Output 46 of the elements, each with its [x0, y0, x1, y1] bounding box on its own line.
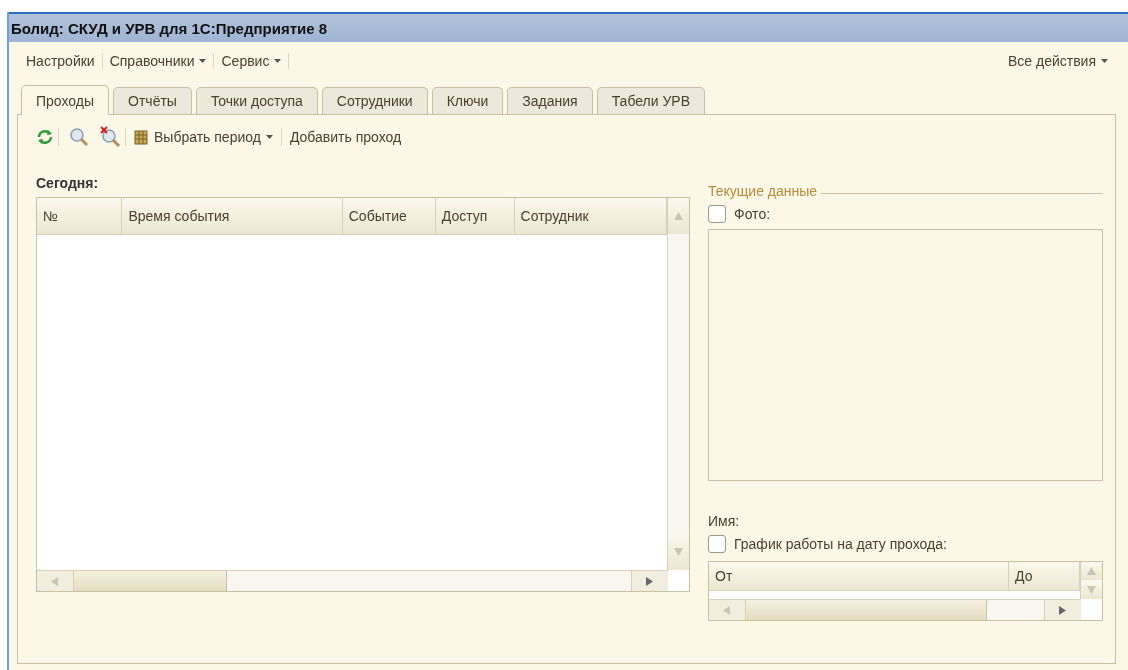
- select-period-button[interactable]: Выбрать период: [130, 129, 277, 145]
- checkbox-label: График работы на дату прохода:: [734, 536, 947, 552]
- window-title: Болид: СКУД и УРВ для 1С:Предприятие 8: [9, 12, 1128, 42]
- column-header[interactable]: Доступ: [435, 198, 515, 234]
- caret-icon: [1101, 59, 1108, 63]
- table-icon: [134, 129, 148, 145]
- menu-item[interactable]: Сервис: [214, 53, 290, 69]
- tab[interactable]: Проходы: [21, 85, 110, 115]
- column-header[interactable]: №: [37, 198, 123, 234]
- vertical-scrollbar[interactable]: [1080, 562, 1102, 599]
- caret-icon: [199, 59, 207, 63]
- checkbox[interactable]: [708, 535, 726, 553]
- column-header[interactable]: Событие: [342, 198, 436, 234]
- vertical-scrollbar[interactable]: [667, 198, 689, 570]
- tab[interactable]: Отчёты: [113, 87, 192, 114]
- caret-icon: [265, 135, 273, 139]
- up-arrow-icon[interactable]: [674, 212, 683, 220]
- column-header[interactable]: Время события: [122, 198, 343, 234]
- down-arrow-icon[interactable]: [1087, 586, 1096, 594]
- tab[interactable]: Точки доступа: [195, 87, 318, 114]
- right-arrow-icon[interactable]: [1059, 605, 1067, 615]
- horizontal-scrollbar[interactable]: [37, 570, 668, 591]
- add-pass-button[interactable]: Добавить проход: [285, 129, 406, 145]
- group-title: Текущие данные: [708, 183, 818, 199]
- left-arrow-icon[interactable]: [723, 605, 731, 615]
- search-icon[interactable]: [69, 127, 89, 147]
- tab[interactable]: Сотрудники: [321, 87, 428, 114]
- today-label: Сегодня:: [36, 175, 100, 193]
- horizontal-scrollbar[interactable]: [709, 599, 1081, 620]
- name-label: Имя:: [708, 513, 741, 529]
- clear-search-icon[interactable]: [99, 126, 121, 148]
- tab[interactable]: Табели УРВ: [596, 87, 706, 114]
- column-header[interactable]: От: [709, 562, 1009, 590]
- refresh-icon[interactable]: [36, 129, 54, 145]
- menu-item[interactable]: Справочники: [102, 53, 215, 69]
- caret-icon: [274, 59, 282, 63]
- right-arrow-icon[interactable]: [646, 576, 654, 586]
- left-arrow-icon[interactable]: [51, 576, 59, 586]
- all-actions-menu[interactable]: Все действия: [1001, 52, 1114, 70]
- up-arrow-icon[interactable]: [1087, 567, 1096, 575]
- down-arrow-icon[interactable]: [674, 548, 683, 556]
- menu-item[interactable]: Настройки: [19, 53, 103, 69]
- checkbox-label: Фото:: [734, 206, 771, 222]
- tab[interactable]: Ключи: [431, 87, 504, 114]
- tab[interactable]: Задания: [507, 87, 593, 114]
- checkbox[interactable]: [708, 205, 726, 223]
